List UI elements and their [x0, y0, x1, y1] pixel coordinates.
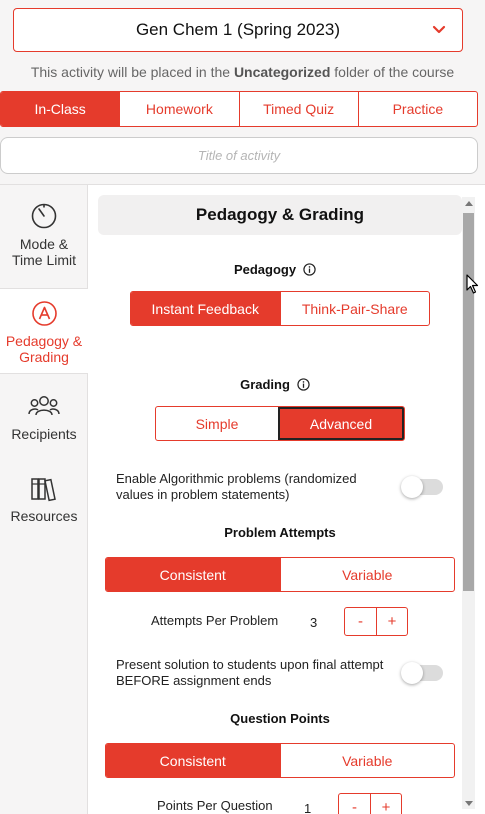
algorithmic-toggle-label: Enable Algorithmic problems (randomized … [116, 471, 357, 502]
tab-practice[interactable]: Practice [357, 92, 477, 126]
question-points-label: Question Points [230, 711, 330, 726]
info-icon[interactable] [297, 378, 310, 391]
pedagogy-label: Pedagogy [233, 262, 297, 277]
attempts-per-problem-value: 3 [310, 615, 318, 630]
course-select[interactable]: Gen Chem 1 (Spring 2023) [13, 8, 463, 52]
sidebar-item-label: Time Limit [11, 252, 77, 268]
points-per-question-value: 1 [304, 801, 312, 814]
users-icon [28, 396, 60, 416]
instant-feedback-option[interactable]: Instant Feedback [131, 292, 280, 325]
question-points-toggle: Consistent Variable [105, 743, 455, 778]
sidebar-item-pedagogy-grading[interactable]: Pedagogy & Grading [0, 288, 88, 374]
toggle-knob [401, 662, 423, 684]
folder-note: This activity will be placed in the Unca… [0, 64, 485, 80]
grading-toggle: Simple Advanced [155, 406, 405, 441]
scroll-up-arrow-icon[interactable] [465, 201, 473, 206]
attempts-consistent-option[interactable]: Consistent [106, 558, 280, 591]
pedagogy-label-row: Pedagogy [88, 262, 462, 277]
tab-in-class[interactable]: In-Class [1, 92, 120, 126]
problem-attempts-toggle: Consistent Variable [105, 557, 455, 592]
activity-title-input[interactable] [0, 137, 478, 174]
algorithmic-toggle[interactable] [401, 476, 443, 498]
activity-type-tabs: In-Class Homework Timed Quiz Practice [0, 91, 478, 127]
sidebar-item-label: Grading [19, 349, 69, 365]
sidebar-item-resources[interactable]: Resources [0, 476, 88, 536]
points-stepper: - + [338, 793, 402, 814]
advanced-option[interactable]: Advanced [278, 407, 404, 440]
points-variable-option[interactable]: Variable [279, 744, 455, 777]
points-decrement-button[interactable]: - [339, 794, 370, 814]
pedagogy-icon [31, 301, 57, 326]
scroll-down-arrow-icon[interactable] [465, 801, 473, 806]
folder-note-suffix: folder of the course [330, 64, 455, 80]
problem-attempts-label: Problem Attempts [224, 525, 336, 540]
sidebar-item-label: Resources [10, 508, 78, 524]
points-per-question-label: Points Per Question [157, 798, 273, 813]
grading-label: Grading [240, 377, 290, 392]
tab-homework[interactable]: Homework [119, 92, 238, 126]
think-pair-share-option[interactable]: Think-Pair-Share [279, 292, 430, 325]
tab-timed-quiz[interactable]: Timed Quiz [238, 92, 358, 126]
solution-toggle[interactable] [401, 662, 443, 684]
points-increment-button[interactable]: + [370, 794, 401, 814]
solution-toggle-label: Present solution to students upon final … [116, 657, 384, 688]
sidebar-item-recipients[interactable]: Recipients [0, 394, 88, 454]
folder-name: Uncategorized [233, 64, 331, 80]
grading-label-row: Grading [88, 377, 462, 392]
books-icon [31, 478, 56, 502]
chevron-down-icon [432, 25, 446, 34]
toggle-knob [401, 476, 423, 498]
scrollbar-thumb[interactable] [463, 213, 474, 591]
attempts-stepper: - + [344, 607, 408, 636]
sidebar-item-label: Mode & [19, 236, 69, 252]
attempts-per-problem-label: Attempts Per Problem [151, 613, 279, 628]
attempts-variable-option[interactable]: Variable [279, 558, 455, 591]
timer-icon [31, 203, 57, 229]
section-title: Pedagogy & Grading [98, 195, 462, 235]
info-icon[interactable] [303, 263, 316, 276]
question-points-label-row: Question Points [88, 711, 472, 726]
attempts-decrement-button[interactable]: - [345, 608, 376, 635]
sidebar: Mode & Time Limit Pedagogy & Grading Rec… [0, 185, 88, 814]
folder-note-prefix: This activity will be placed in the [30, 64, 234, 80]
attempts-increment-button[interactable]: + [376, 608, 407, 635]
course-select-value: Gen Chem 1 (Spring 2023) [135, 20, 341, 39]
pedagogy-toggle: Instant Feedback Think-Pair-Share [130, 291, 430, 326]
points-consistent-option[interactable]: Consistent [106, 744, 280, 777]
main-panel: Pedagogy & Grading Pedagogy Instant Feed… [88, 185, 485, 814]
simple-option[interactable]: Simple [156, 407, 278, 440]
mouse-pointer-icon [466, 274, 479, 294]
sidebar-item-label: Recipients [11, 426, 77, 442]
sidebar-item-label: Pedagogy & [5, 333, 83, 349]
sidebar-item-mode-time-limit[interactable]: Mode & Time Limit [0, 202, 88, 288]
problem-attempts-label-row: Problem Attempts [88, 525, 472, 540]
